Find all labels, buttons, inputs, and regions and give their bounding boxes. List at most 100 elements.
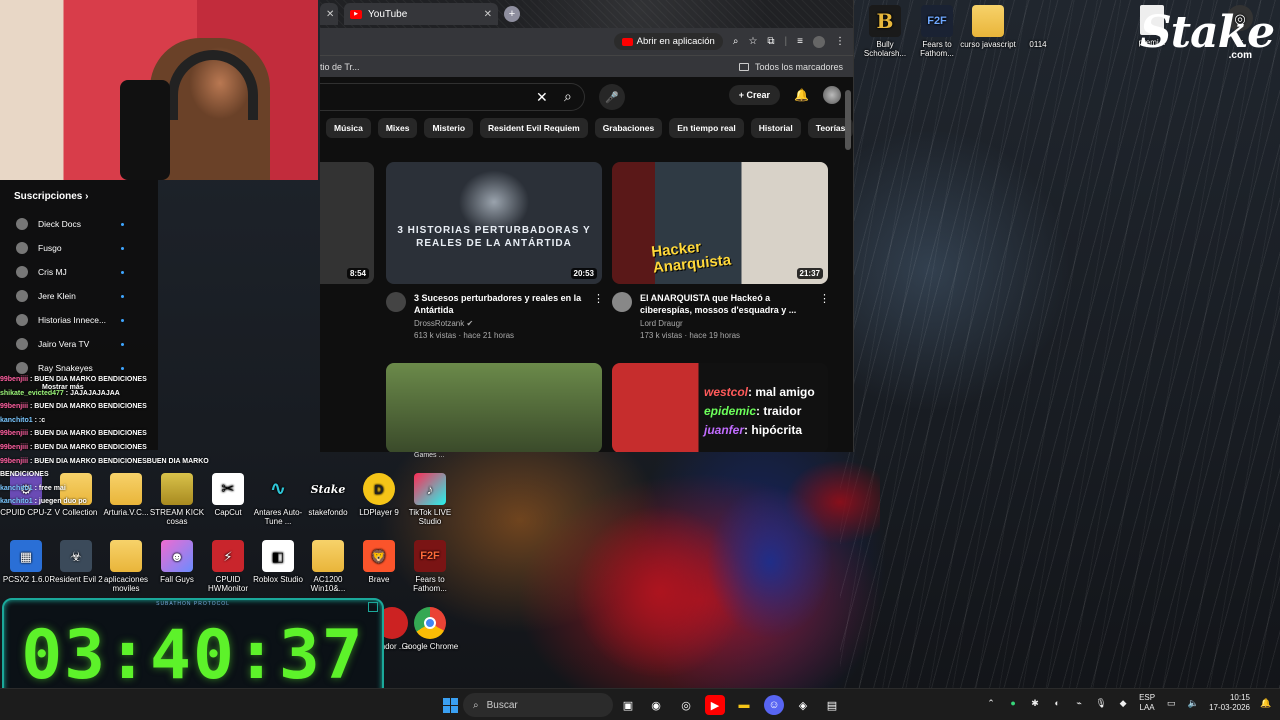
new-tab-button[interactable]: + <box>504 6 520 22</box>
category-chip[interactable]: Mixes <box>377 118 418 138</box>
desktop-icon-google-chrome[interactable]: Google Chrome <box>400 607 460 651</box>
zoom-icon[interactable]: ⌕ <box>733 36 739 47</box>
desktop-icon-label: Roblox Studio <box>253 575 303 584</box>
volume-icon[interactable]: 🔈 <box>1187 697 1199 709</box>
github-icon[interactable]: ◉ <box>646 695 666 715</box>
youtube-search-input[interactable]: ✕ <box>320 83 585 111</box>
tray-app-icon[interactable]: ◐ <box>1051 697 1063 709</box>
bookmark-item[interactable]: tio de Tr... <box>320 62 360 72</box>
hwmonitor-icon: ⚡ <box>212 540 244 572</box>
clock[interactable]: 10:15 17-03-2026 <box>1209 693 1250 713</box>
menu-icon[interactable]: ⋮ <box>835 36 845 47</box>
f2f-icon: F2F <box>414 540 446 572</box>
channel-name[interactable]: Lord Draugr <box>640 319 811 328</box>
browser-tab-prev[interactable]: ✕ <box>320 3 338 25</box>
desktop-icon-bully[interactable]: B Bully Scholarsh... <box>855 5 915 58</box>
video-title[interactable]: El ANARQUISTA que Hackeó a ciberespías, … <box>640 292 811 316</box>
subscription-item[interactable]: Dieck Docs <box>0 212 158 236</box>
category-chip[interactable]: Misterio <box>424 118 474 138</box>
subscription-item[interactable]: Historias Innece... <box>0 308 158 332</box>
media-icon[interactable]: ≡ <box>797 36 803 47</box>
profile-avatar[interactable] <box>813 35 825 48</box>
account-avatar[interactable] <box>823 86 841 104</box>
tray-app-icon[interactable]: ◆ <box>1117 697 1129 709</box>
subscription-item[interactable]: Jere Klein <box>0 284 158 308</box>
desktop-icon-0114[interactable]: 0114 <box>1008 5 1068 49</box>
chat-username[interactable]: 99benjiii <box>0 403 28 410</box>
windows-start-icon[interactable] <box>440 695 460 715</box>
desktop-icon-tiktok-live[interactable]: ♪ TikTok LIVE Studio <box>400 473 460 526</box>
chat-text: free mai <box>38 484 66 492</box>
video-thumbnail[interactable]: westcol: mal amigo epidemic: traidor jua… <box>612 363 828 452</box>
video-thumbnail[interactable]: Hacker Anarquista 21:37 <box>612 162 828 284</box>
subscription-item[interactable]: Cris MJ <box>0 260 158 284</box>
bluetooth-icon[interactable]: ✱ <box>1029 697 1041 709</box>
chat-username[interactable]: kanchito1 <box>0 498 33 505</box>
all-bookmarks[interactable]: Todos los marcadores <box>738 62 843 72</box>
wifi-off-icon[interactable]: ⌁ <box>1073 697 1085 709</box>
open-in-app-button[interactable]: Abrir en aplicación <box>613 33 723 50</box>
chevron-up-icon[interactable]: ⌃ <box>985 697 997 709</box>
category-chip[interactable]: Resident Evil Requiem <box>480 118 588 138</box>
chat-show-more[interactable]: Mostrar más <box>42 384 84 391</box>
video-card[interactable]: westcol: mal amigo epidemic: traidor jua… <box>612 363 830 452</box>
desktop-icon-label: aplicaciones moviles <box>103 575 149 593</box>
video-thumbnail[interactable]: 3 HISTORIAS PERTURBADORAS Y REALES DE LA… <box>386 162 602 284</box>
create-button[interactable]: + Crear <box>728 85 781 105</box>
video-thumbnail[interactable]: 8:54 <box>320 162 374 284</box>
close-icon[interactable]: ✕ <box>326 9 334 20</box>
video-card[interactable]: 8:54 <box>320 162 376 284</box>
channel-avatar[interactable] <box>386 292 406 312</box>
chat-username[interactable]: 99benjiii <box>0 376 28 383</box>
chat-username[interactable]: kanchito1 <box>0 485 33 492</box>
notification-bell-icon[interactable]: 🔔 <box>1260 697 1272 709</box>
category-chip[interactable]: Grabaciones <box>594 118 663 138</box>
category-chip[interactable]: Historial <box>750 118 801 138</box>
category-chip[interactable]: En tiempo real <box>669 118 744 138</box>
subscription-item[interactable]: Fusgo <box>0 236 158 260</box>
more-options-icon[interactable]: ⋮ <box>593 292 604 340</box>
video-thumbnail[interactable] <box>386 363 602 452</box>
chat-username[interactable]: 99benjiii <box>0 430 28 437</box>
discord-icon[interactable]: ☺ <box>764 695 784 715</box>
thumbnail-text: 3 HISTORIAS PERTURBADORAS Y REALES DE LA… <box>397 225 591 249</box>
channel-avatar[interactable] <box>612 292 632 312</box>
video-card[interactable]: Hacker Anarquista 21:37 El ANARQUISTA qu… <box>612 162 830 340</box>
task-view-icon[interactable]: ▣ <box>618 695 638 715</box>
star-icon[interactable]: ☆ <box>748 36 757 47</box>
network-icon[interactable]: ▭ <box>1165 697 1177 709</box>
microphone-icon[interactable]: 🎙 <box>1095 697 1107 709</box>
category-chip[interactable]: Música <box>326 118 371 138</box>
notifications-icon[interactable]: 🔔 <box>794 88 809 102</box>
voice-search-button[interactable]: 🎤 <box>599 84 625 110</box>
app-icon[interactable]: ▤ <box>822 695 842 715</box>
subscription-item[interactable]: Jairo Vera TV <box>0 332 158 356</box>
video-duration: 21:37 <box>796 268 823 279</box>
chat-username[interactable]: 99benjiii <box>0 444 28 451</box>
youtube-taskbar-icon[interactable]: ▶ <box>705 695 725 715</box>
chat-username[interactable]: kanchito1 <box>0 417 33 424</box>
channel-name[interactable]: DrossRotzank ✔ <box>414 319 585 328</box>
extensions-icon[interactable]: ⧉ <box>767 36 774 47</box>
subscriptions-header[interactable]: Suscripciones › <box>0 180 158 212</box>
close-icon[interactable]: ✕ <box>484 9 492 20</box>
video-duration: 20:53 <box>570 268 597 279</box>
tray-app-icon[interactable]: ● <box>1007 697 1019 709</box>
scrollbar[interactable] <box>845 90 851 150</box>
video-card[interactable]: 3 HISTORIAS PERTURBADORAS Y REALES DE LA… <box>386 162 604 340</box>
chat-username[interactable]: 99benjiii <box>0 458 28 465</box>
search-icon[interactable]: ⌕ <box>564 88 572 105</box>
language-indicator[interactable]: ESP LAA <box>1139 693 1155 713</box>
video-card[interactable] <box>386 363 604 452</box>
clear-search-icon[interactable]: ✕ <box>536 89 548 106</box>
steam-icon[interactable]: ◈ <box>793 695 813 715</box>
chrome-taskbar-icon[interactable]: ◎ <box>676 695 696 715</box>
browser-tab-youtube[interactable]: ▶ YouTube ✕ <box>344 3 498 25</box>
desktop-icon-fears-to-fathom-2[interactable]: F2F Fears to Fathom... <box>400 540 460 593</box>
video-title[interactable]: 3 Sucesos perturbadores y reales en la A… <box>414 292 585 316</box>
system-tray: ⌃ ● ✱ ◐ ⌁ 🎙 ◆ ESP LAA ▭ 🔈 10:15 17-03-20… <box>985 693 1272 713</box>
file-explorer-icon[interactable]: ▬ <box>734 695 754 715</box>
more-options-icon[interactable]: ⋮ <box>819 292 830 340</box>
new-content-dot <box>121 318 124 322</box>
taskbar-search[interactable]: ⌕ Buscar <box>463 693 613 717</box>
